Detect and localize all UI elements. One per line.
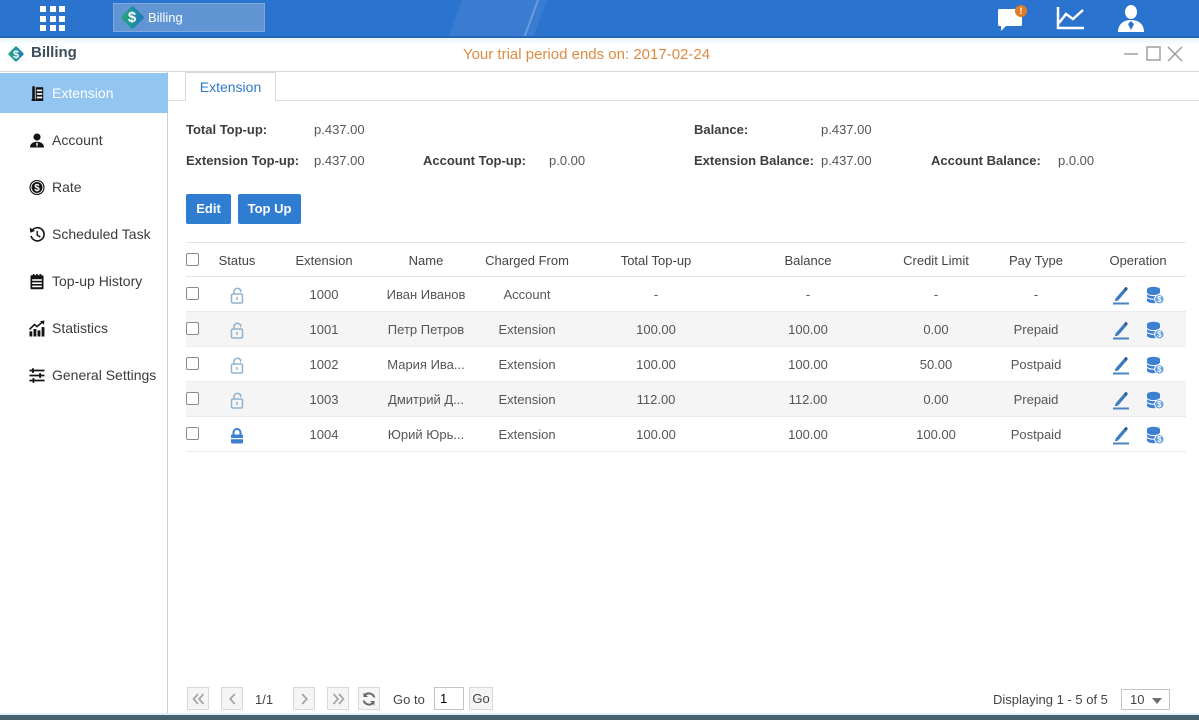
svg-text:!: !	[1020, 6, 1023, 16]
svg-text:$: $	[34, 182, 40, 193]
